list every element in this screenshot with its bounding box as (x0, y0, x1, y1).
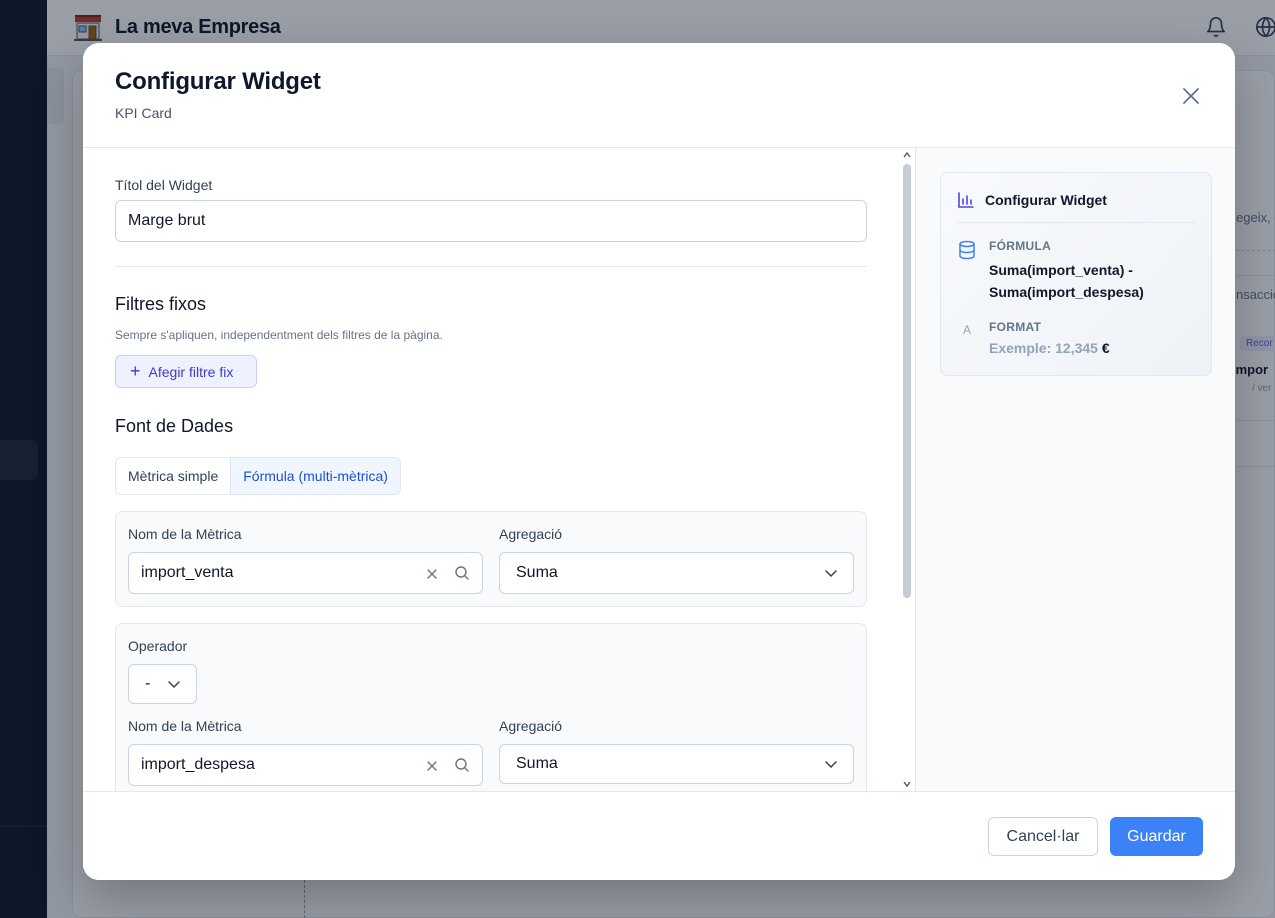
format-label: FORMAT (989, 320, 1042, 334)
format-example-value: Exemple: 12,345 (989, 340, 1098, 356)
preview-divider (957, 222, 1196, 223)
add-fixed-filter-button[interactable]: + Afegir filtre fix (115, 355, 257, 388)
plus-icon: + (130, 360, 141, 381)
format-type-icon: A (963, 323, 972, 337)
search-icon[interactable] (454, 565, 470, 581)
configure-widget-modal: Configurar Widget KPI Card Títol del Wid… (83, 43, 1235, 880)
chevron-down-icon (168, 681, 180, 689)
scroll-up-icon[interactable] (903, 151, 911, 159)
add-fixed-filter-label: Afegir filtre fix (148, 363, 234, 380)
bar-chart-icon (958, 192, 974, 208)
data-source-mode-toggle: Mètrica simple Fórmula (multi-mètrica) (115, 457, 401, 495)
modal-form: Títol del Widget Marge brut Filtres fixo… (83, 148, 899, 791)
aggregation-select[interactable]: Suma (499, 744, 854, 784)
widget-title-input[interactable]: Marge brut (115, 200, 867, 242)
aggregation-label: Agregació (499, 526, 563, 542)
scroll-thumb[interactable] (903, 164, 911, 598)
operator-label: Operador (128, 638, 188, 654)
widget-title-label: Títol del Widget (115, 177, 213, 193)
metric-card-1: Nom de la Mètrica import_venta Agregació… (115, 511, 867, 607)
aggregation-value: Suma (516, 755, 558, 772)
modal-header: Configurar Widget KPI Card (83, 43, 1235, 148)
preview-card: Configurar Widget FÓRMULA Suma(import_ve… (940, 172, 1212, 376)
modal-title: Configurar Widget (115, 68, 321, 95)
preview-title: Configurar Widget (985, 192, 1107, 208)
data-source-title: Font de Dades (115, 416, 234, 436)
format-example: Exemple: 12,345 € (989, 340, 1110, 356)
clear-icon[interactable] (425, 759, 439, 773)
section-divider (115, 266, 867, 267)
operator-select[interactable]: - (128, 664, 197, 704)
preview-header: Configurar Widget (957, 191, 1107, 209)
cancel-button[interactable]: Cancel·lar (988, 817, 1098, 856)
formula-value: Suma(import_venta) - Suma(import_despesa… (989, 262, 1144, 300)
metric-card-2: Operador - Nom de la Mètrica import_desp… (115, 623, 867, 791)
aggregation-select[interactable]: Suma (499, 552, 854, 594)
database-icon (959, 240, 975, 260)
form-scrollbar[interactable] (899, 148, 915, 791)
metric-name-label: Nom de la Mètrica (128, 526, 242, 542)
aggregation-label: Agregació (499, 718, 563, 734)
fixed-filters-title: Filtres fixos (115, 294, 207, 314)
operator-value: - (145, 675, 151, 692)
save-button[interactable]: Guardar (1110, 817, 1203, 856)
close-button[interactable] (1177, 82, 1205, 110)
search-icon[interactable] (454, 757, 470, 773)
chevron-down-icon (825, 761, 837, 769)
formula-label: FÓRMULA (989, 239, 1052, 253)
chevron-down-icon (825, 570, 837, 578)
aggregation-value: Suma (516, 564, 558, 581)
tab-simple-metric[interactable]: Mètrica simple (116, 458, 231, 494)
scroll-down-icon[interactable] (903, 780, 911, 788)
metric-name-label: Nom de la Mètrica (128, 718, 242, 734)
fixed-filters-hint: Sempre s'apliquen, independentment dels … (115, 328, 443, 342)
modal-subtitle: KPI Card (115, 105, 172, 121)
preview-panel: Configurar Widget FÓRMULA Suma(import_ve… (915, 148, 1235, 791)
clear-icon[interactable] (425, 567, 439, 581)
modal-footer: Cancel·lar Guardar (83, 791, 1235, 880)
tab-formula[interactable]: Fórmula (multi-mètrica) (230, 458, 400, 494)
close-icon (1183, 88, 1199, 104)
format-example-currency: € (1101, 340, 1110, 356)
